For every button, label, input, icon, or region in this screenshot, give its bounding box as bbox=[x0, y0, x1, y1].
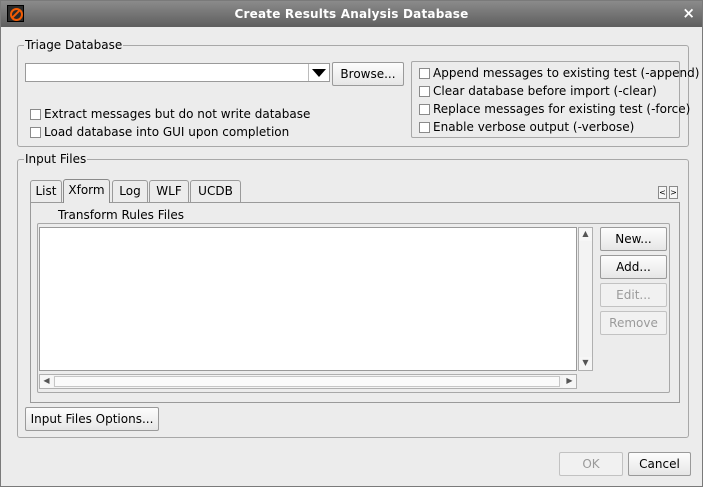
ok-button[interactable]: OK bbox=[559, 452, 623, 476]
triage-database-legend: Triage Database bbox=[24, 38, 124, 53]
horizontal-scrollbar[interactable]: ◀ ▶ bbox=[39, 374, 577, 389]
title-bar[interactable]: Create Results Analysis Database × bbox=[1, 1, 702, 27]
clear-label: Clear database before import (-clear) bbox=[433, 84, 657, 98]
dialog-title: Create Results Analysis Database bbox=[234, 7, 469, 21]
checkbox-icon bbox=[30, 109, 41, 120]
transform-rules-legend: Transform Rules Files bbox=[57, 208, 186, 223]
load-gui-label: Load database into GUI upon completion bbox=[44, 125, 290, 139]
checkbox-icon bbox=[419, 86, 430, 97]
force-label: Replace messages for existing test (-for… bbox=[433, 102, 691, 116]
scroll-down-icon[interactable]: ▼ bbox=[579, 357, 592, 370]
edit-button[interactable]: Edit... bbox=[600, 283, 667, 307]
checkbox-icon bbox=[419, 68, 430, 79]
checkbox-icon bbox=[30, 127, 41, 138]
verbose-label: Enable verbose output (-verbose) bbox=[433, 120, 635, 134]
horizontal-scroll-thumb[interactable] bbox=[54, 376, 560, 387]
input-files-legend: Input Files bbox=[24, 152, 88, 167]
new-button[interactable]: New... bbox=[600, 227, 667, 251]
scroll-left-icon[interactable]: ◀ bbox=[40, 375, 53, 388]
checkbox-icon bbox=[419, 104, 430, 115]
tab-wlf[interactable]: WLF bbox=[149, 180, 189, 202]
remove-button[interactable]: Remove bbox=[600, 311, 667, 335]
extract-only-label: Extract messages but do not write databa… bbox=[44, 107, 311, 121]
tab-scroll-right-icon[interactable]: > bbox=[669, 186, 678, 199]
browse-button[interactable]: Browse... bbox=[332, 62, 404, 86]
scroll-right-icon[interactable]: ▶ bbox=[563, 375, 576, 388]
add-button[interactable]: Add... bbox=[600, 255, 667, 279]
transform-rules-list[interactable] bbox=[39, 227, 577, 371]
chevron-down-icon[interactable] bbox=[308, 64, 329, 81]
close-icon[interactable]: × bbox=[682, 5, 695, 22]
tab-xform[interactable]: Xform bbox=[63, 179, 110, 203]
tab-scroll-left-icon[interactable]: < bbox=[658, 186, 667, 199]
dialog-window: Create Results Analysis Database × Triag… bbox=[0, 0, 703, 487]
vertical-scrollbar[interactable]: ▲ ▼ bbox=[578, 227, 593, 371]
tab-list[interactable]: List bbox=[30, 180, 62, 202]
input-files-options-button[interactable]: Input Files Options... bbox=[25, 407, 159, 431]
cancel-button[interactable]: Cancel bbox=[628, 452, 691, 476]
triage-database-combo[interactable] bbox=[25, 63, 330, 82]
tab-ucdb[interactable]: UCDB bbox=[190, 180, 241, 202]
scroll-up-icon[interactable]: ▲ bbox=[579, 228, 592, 241]
tab-log[interactable]: Log bbox=[112, 180, 148, 202]
append-label: Append messages to existing test (-appen… bbox=[433, 66, 700, 80]
checkbox-icon bbox=[419, 122, 430, 133]
